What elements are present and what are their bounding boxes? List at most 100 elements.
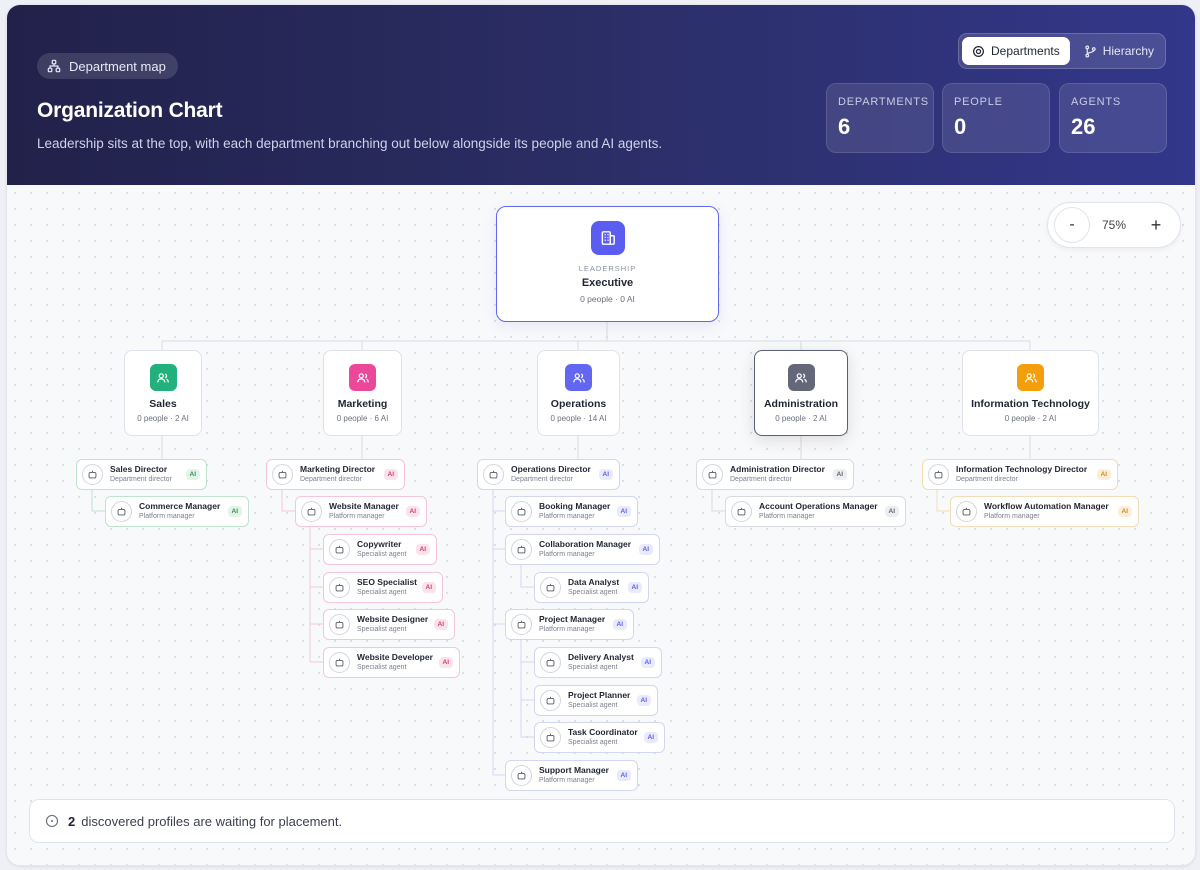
agent-card-website-designer[interactable]: Website Designer Specialist agent AI [323,609,455,640]
ai-badge: AI [832,469,847,480]
agent-role: Platform manager [329,513,385,520]
agent-card-collaboration-manager[interactable]: Collaboration Manager Platform manager AI [505,534,660,565]
unplaced-profiles-notice[interactable]: 2 discovered profiles are waiting for pl… [29,799,1175,843]
agent-card-project-manager[interactable]: Project Manager Platform manager AI [505,609,634,640]
agent-title: Copywriter [357,539,402,549]
agent-role: Specialist agent [568,739,618,746]
bot-icon [301,501,322,522]
hierarchy-view-button[interactable]: Hierarchy [1074,37,1164,65]
ai-badge: AI [433,619,448,630]
stat-label: PEOPLE [954,96,1003,108]
executive-meta: 0 people · 0 AI [580,294,635,304]
agent-role: Platform manager [539,513,595,520]
agent-role: Department director [300,476,362,483]
ai-badge: AI [616,506,631,517]
agent-title: Website Designer [357,614,429,624]
agent-card-website-developer[interactable]: Website Developer Specialist agent AI [323,647,460,678]
org-chart-window: Department map Organization Chart Leader… [6,4,1196,866]
agent-card-delivery-analyst[interactable]: Delivery Analyst Specialist agent AI [534,647,662,678]
department-information-technology[interactable]: Information Technology 0 people · 2 AI [962,350,1099,436]
bot-icon [540,652,561,673]
ai-badge: AI [616,770,631,781]
agent-role: Department director [730,476,792,483]
ai-badge: AI [638,544,653,555]
bot-icon [511,539,532,560]
agent-card-support-manager[interactable]: Support Manager Platform manager AI [505,760,638,791]
agent-role: Platform manager [139,513,195,520]
ai-badge: AI [612,619,627,630]
agent-role: Specialist agent [357,664,407,671]
agent-card-sales-director[interactable]: Sales Director Department director AI [76,459,207,490]
ai-badge: AI [1117,506,1132,517]
agent-card-website-manager[interactable]: Website Manager Platform manager AI [295,496,427,527]
agent-card-data-analyst[interactable]: Data Analyst Specialist agent AI [534,572,649,603]
building-icon [590,221,625,255]
bot-icon [111,501,132,522]
agent-card-operations-director[interactable]: Operations Director Department director A… [477,459,620,490]
ai-badge: AI [598,469,613,480]
bot-icon [511,765,532,786]
department-name: Sales [149,398,177,410]
agent-role: Department director [110,476,172,483]
agent-card-task-coordinator[interactable]: Task Coordinator Specialist agent AI [534,722,665,753]
ai-badge: AI [1096,469,1111,480]
agent-card-workflow-automation-manager[interactable]: Workflow Automation Manager Platform mana… [950,496,1139,527]
team-icon [149,364,177,391]
bot-icon [540,690,561,711]
agent-card-marketing-director[interactable]: Marketing Director Department director AI [266,459,405,490]
agent-title: Collaboration Manager [539,539,632,549]
bot-icon [511,501,532,522]
agent-card-copywriter[interactable]: Copywriter Specialist agent AI [323,534,437,565]
agent-card-information-technology-director[interactable]: Information Technology Director Departmen… [922,459,1118,490]
agent-card-commerce-manager[interactable]: Commerce Manager Platform manager AI [105,496,249,527]
agent-title: Support Manager [539,765,609,775]
agent-title: Operations Director [511,464,591,474]
chart-canvas[interactable]: - 75% + LEADERSHIP Executive 0 people · … [7,185,1195,865]
department-operations[interactable]: Operations 0 people · 14 AI [537,350,620,436]
team-icon [349,364,376,391]
stat-agents: AGENTS 26 [1059,83,1167,153]
department-meta: 0 people · 2 AI [1004,414,1057,423]
agent-card-seo-specialist[interactable]: SEO Specialist Specialist agent AI [323,572,443,603]
department-administration[interactable]: Administration 0 people · 2 AI [754,350,848,436]
department-name: Information Technology [971,398,1090,410]
bot-icon [956,501,977,522]
department-sales[interactable]: Sales 0 people · 2 AI [124,350,202,436]
team-icon [565,364,592,391]
department-marketing[interactable]: Marketing 0 people · 6 AI [323,350,402,436]
bot-icon [329,614,350,635]
department-map-label: Department map [69,58,166,74]
unplaced-count: 2 [68,813,76,829]
bot-icon [731,501,752,522]
agent-card-booking-manager[interactable]: Booking Manager Platform manager AI [505,496,638,527]
sitemap-icon [47,59,61,73]
ai-badge: AI [383,469,398,480]
agent-title: Task Coordinator [568,727,638,737]
department-name: Administration [763,398,839,410]
zoom-level: 75% [1101,218,1127,232]
agent-title: Data Analyst [568,577,620,587]
departments-view-button[interactable]: Departments [962,37,1070,65]
executive-node[interactable]: LEADERSHIP Executive 0 people · 0 AI [496,206,719,322]
agent-title: Project Planner [568,690,631,700]
target-icon [973,45,984,57]
agent-title: Website Developer [357,652,433,662]
zoom-in-button[interactable]: + [1138,207,1174,243]
ai-badge: AI [415,544,430,555]
agent-role: Platform manager [539,777,595,784]
zoom-out-button[interactable]: - [1054,207,1090,243]
bot-icon [483,464,504,485]
agent-title: Administration Director [730,464,825,474]
agent-card-project-planner[interactable]: Project Planner Specialist agent AI [534,685,658,716]
agent-title: SEO Specialist [357,577,417,587]
ai-badge: AI [643,732,658,743]
stat-value: 6 [838,114,851,139]
agent-card-administration-director[interactable]: Administration Director Department direct… [696,459,854,490]
agent-card-account-operations-manager[interactable]: Account Operations Manager Platform manag… [725,496,906,527]
agent-title: Sales Director [110,464,168,474]
ai-badge: AI [627,582,642,593]
agent-role: Platform manager [984,513,1040,520]
bot-icon [702,464,723,485]
ai-badge: AI [640,657,655,668]
agent-role: Platform manager [539,626,595,633]
